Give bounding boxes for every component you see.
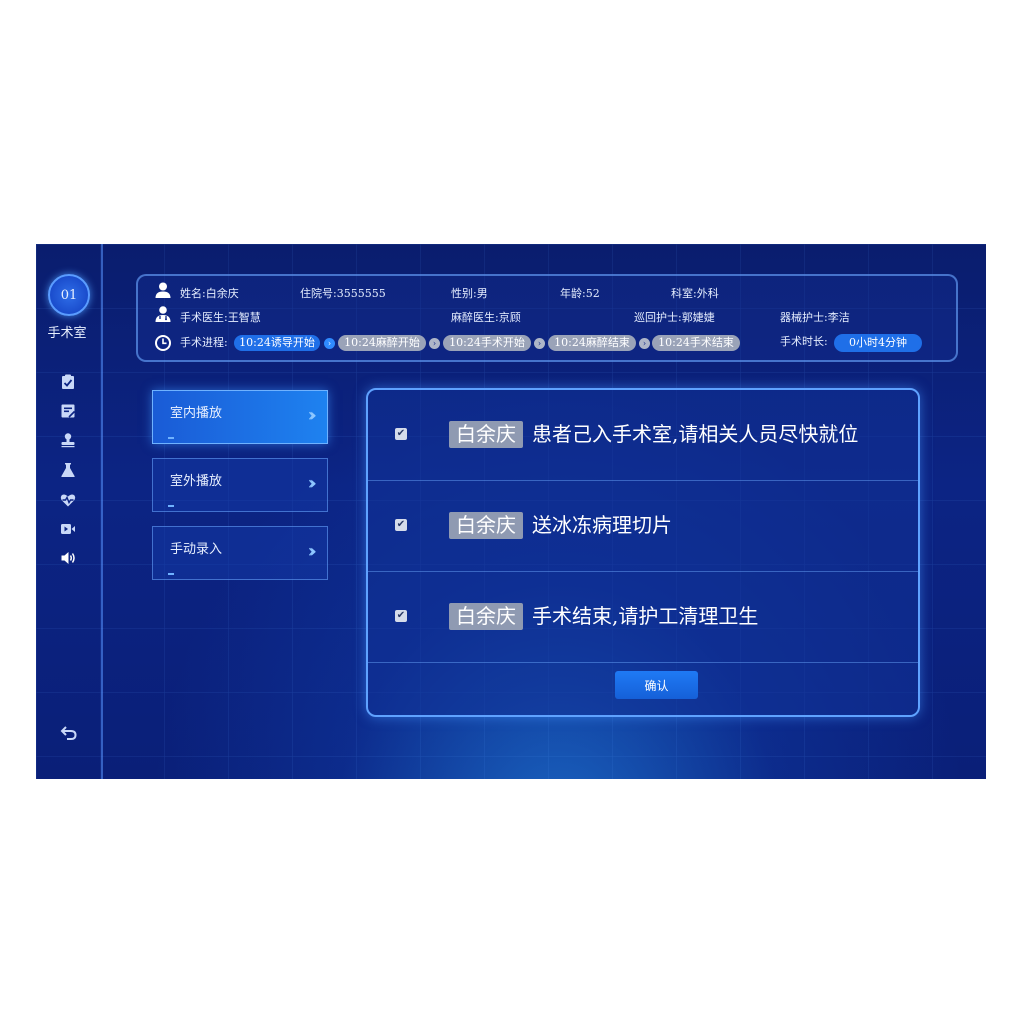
manual-entry-button[interactable]: 手动录入 ›››	[152, 526, 328, 580]
outdoor-playback-label: 室外播放	[170, 474, 223, 489]
indoor-playback-button[interactable]: 室内播放 ›››	[152, 390, 328, 444]
chevrons-right-icon: ›››	[307, 541, 316, 562]
message-text: 手术结束,请护工清理卫生	[532, 604, 759, 628]
surgeon: 手术医生:王智慧	[180, 311, 261, 324]
indoor-playback-label: 室内播放	[170, 406, 223, 421]
patient-age: 年龄:52	[560, 287, 600, 300]
button-accent	[168, 437, 174, 439]
patient-name-tag: 白余庆	[449, 421, 523, 448]
clipboard-check-icon[interactable]	[60, 374, 76, 390]
message-panel: ✔ 白余庆 患者己入手术室,请相关人员尽快就位 ✔ 白余庆 送冰冻病理切片 ✔ …	[366, 388, 920, 717]
patient-name-tag: 白余庆	[449, 603, 523, 630]
chevron-right-icon: ›	[429, 338, 440, 349]
back-arrow-icon[interactable]	[60, 724, 78, 742]
progress-step: 10:24手术结束	[652, 335, 740, 351]
duration-value: 0小时4分钟	[834, 334, 922, 352]
list-item[interactable]: ✔ 白余庆 患者己入手术室,请相关人员尽快就位	[368, 390, 918, 481]
message-text: 送冰冻病理切片	[532, 513, 672, 537]
stamp-icon[interactable]	[60, 432, 76, 448]
duration-label: 手术时长:	[780, 335, 828, 348]
instrument-nurse: 器械护士:李洁	[780, 311, 850, 324]
anesthetist: 麻醉医生:京顾	[451, 311, 521, 324]
chevron-right-icon: ›	[639, 338, 650, 349]
message-text: 患者己入手术室,请相关人员尽快就位	[532, 422, 859, 446]
video-icon[interactable]	[60, 521, 76, 537]
chevron-right-icon: ›	[324, 338, 335, 349]
checkbox[interactable]: ✔	[395, 610, 407, 622]
progress-step: 10:24诱导开始	[234, 335, 320, 351]
admission-number: 住院号:3555555	[300, 287, 386, 300]
form-icon[interactable]	[60, 403, 76, 419]
user-icon	[154, 281, 172, 299]
progress-step: 10:24手术开始	[443, 335, 531, 351]
checkbox[interactable]: ✔	[395, 428, 407, 440]
chevrons-right-icon: ›››	[307, 405, 316, 426]
sidebar: 01 手术室	[36, 244, 103, 779]
circulating-nurse: 巡回护士:郭婕婕	[634, 311, 715, 324]
clock-icon	[154, 334, 172, 352]
list-item[interactable]: ✔ 白余庆 手术结束,请护工清理卫生	[368, 572, 918, 663]
doctor-icon	[154, 305, 172, 323]
progress-step: 10:24麻醉开始	[338, 335, 426, 351]
chevron-right-icon: ›	[534, 338, 545, 349]
speaker-icon[interactable]	[60, 550, 76, 566]
patient-name-tag: 白余庆	[449, 512, 523, 539]
heart-pulse-icon[interactable]	[60, 492, 76, 508]
confirm-button[interactable]: 确认	[615, 671, 698, 699]
button-accent	[168, 573, 174, 575]
flask-icon[interactable]	[60, 462, 76, 478]
checkbox[interactable]: ✔	[395, 519, 407, 531]
button-accent	[168, 505, 174, 507]
room-label: 手术室	[47, 326, 87, 341]
app-window: 01 手术室 姓名:白余庆 住院号:3555555 性别:男 年龄:52 科室:…	[36, 244, 986, 779]
manual-entry-label: 手动录入	[170, 542, 223, 557]
room-number-badge[interactable]: 01	[48, 274, 90, 316]
list-item[interactable]: ✔ 白余庆 送冰冻病理切片	[368, 481, 918, 572]
patient-info-panel: 姓名:白余庆 住院号:3555555 性别:男 年龄:52 科室:外科 手术医生…	[136, 274, 958, 362]
chevrons-right-icon: ›››	[307, 473, 316, 494]
progress-step: 10:24麻醉结束	[548, 335, 636, 351]
patient-gender: 性别:男	[451, 287, 488, 300]
patient-department: 科室:外科	[671, 287, 719, 300]
outdoor-playback-button[interactable]: 室外播放 ›››	[152, 458, 328, 512]
patient-name: 姓名:白余庆	[180, 287, 239, 300]
progress-label: 手术进程:	[180, 336, 228, 349]
